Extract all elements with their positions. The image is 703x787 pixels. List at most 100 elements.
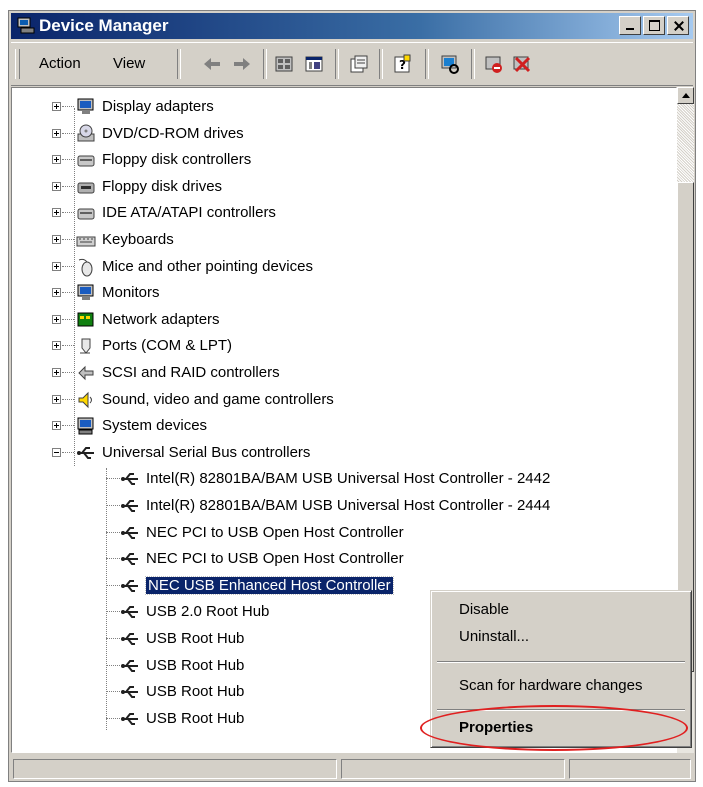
display-icon — [77, 98, 94, 114]
usb-icon — [121, 659, 138, 672]
expand-toggle[interactable] — [52, 288, 61, 298]
device-manager-icon — [17, 17, 35, 34]
action-menu[interactable]: Action — [35, 54, 85, 73]
toolbar-separator — [335, 49, 339, 79]
tree-line — [106, 691, 120, 693]
tree-line — [106, 584, 120, 587]
tree-item-label: Floppy disk controllers — [102, 151, 252, 169]
tree-line — [62, 425, 74, 427]
expand-toggle[interactable] — [52, 394, 61, 404]
toolbar-separator — [177, 49, 181, 79]
tree-line — [106, 664, 120, 667]
tree-item-label: Intel(R) 82801BA/BAM USB Universal Host … — [146, 497, 551, 514]
tree-item-label: SCSI and RAID controllers — [102, 364, 280, 381]
tree-line — [62, 265, 74, 268]
close-button[interactable] — [667, 16, 689, 35]
usb-icon — [121, 473, 138, 486]
tree-item-label: IDE ATA/ATAPI controllers — [102, 204, 276, 222]
expand-toggle[interactable] — [52, 102, 61, 111]
view-menu[interactable]: View — [109, 54, 149, 73]
mouse-icon — [78, 258, 93, 277]
floppy-controller-icon — [77, 155, 95, 167]
tree-item-label: USB Root Hub — [146, 709, 245, 727]
tree-line — [62, 451, 74, 454]
port-icon — [80, 338, 91, 355]
uninstall-device-icon[interactable] — [511, 53, 533, 75]
network-icon — [77, 312, 94, 327]
tree-line — [106, 531, 120, 534]
toolbar-separator — [425, 49, 429, 79]
usb-icon — [121, 606, 138, 619]
tree-item-label: Intel(R) 82801BA/BAM USB Universal Host … — [146, 470, 551, 488]
expand-toggle[interactable] — [52, 314, 61, 324]
minimize-button[interactable] — [619, 16, 641, 35]
tree-line — [106, 611, 120, 613]
window-title: Device Manager — [39, 16, 169, 35]
tree-item-label: Ports (COM & LPT) — [102, 337, 233, 355]
menu-item-disable[interactable]: Disable — [459, 601, 509, 618]
menu-separator — [437, 709, 685, 711]
toolbar-separator — [471, 49, 475, 79]
expand-toggle[interactable] — [52, 181, 61, 191]
usb-icon — [121, 553, 138, 566]
tree-item-label: NEC PCI to USB Open Host Controller — [146, 523, 404, 541]
tree-line — [62, 398, 74, 401]
tree-line — [106, 638, 120, 640]
tree-line — [62, 132, 74, 135]
tree-item-label: Display adapters — [102, 98, 214, 115]
tree-line — [62, 318, 74, 321]
status-panel — [569, 759, 691, 779]
tree-item-label: NEC USB Enhanced Host Controller — [145, 575, 394, 595]
tree-line — [62, 239, 74, 241]
tree-item-label: NEC PCI to USB Open Host Controller — [146, 550, 404, 568]
menu-separator — [437, 661, 685, 663]
tree-item-label: Keyboards — [102, 231, 174, 248]
menu-item-properties[interactable]: Properties — [459, 719, 533, 736]
expand-toggle[interactable] — [52, 155, 61, 165]
tree-line — [62, 185, 74, 188]
menu-item-uninstall[interactable]: Uninstall... — [459, 628, 529, 645]
scroll-track[interactable] — [677, 104, 694, 182]
expand-toggle[interactable] — [52, 128, 61, 138]
forward-arrow-icon[interactable] — [231, 53, 253, 75]
tree-item-label: USB Root Hub — [146, 656, 245, 674]
usb-icon — [121, 500, 138, 512]
collapse-toggle[interactable] — [52, 447, 61, 457]
tree-item-label: USB Root Hub — [146, 630, 245, 647]
tree-item-label: System devices — [102, 417, 208, 435]
scroll-up-button[interactable] — [677, 87, 694, 104]
expand-toggle[interactable] — [52, 421, 61, 431]
maximize-button[interactable] — [643, 16, 665, 35]
scan-hardware-icon[interactable] — [439, 53, 461, 75]
tree-item-label: USB 2.0 Root Hub — [146, 603, 270, 621]
expand-toggle[interactable] — [52, 368, 61, 377]
menu-item-scan-hardware[interactable]: Scan for hardware changes — [459, 677, 642, 694]
tree-item-label: Universal Serial Bus controllers — [102, 443, 311, 461]
show-hide-tree-icon[interactable] — [303, 53, 325, 75]
tree-item-label: Mice and other pointing devices — [102, 257, 313, 275]
help-icon[interactable]: ? — [391, 53, 413, 75]
usb-icon — [121, 686, 138, 699]
back-arrow-icon[interactable] — [201, 53, 223, 75]
usb-icon — [121, 633, 138, 645]
status-panel — [341, 759, 565, 779]
scsi-icon — [78, 365, 94, 381]
disable-device-icon[interactable] — [483, 53, 505, 75]
toolbar-separator — [263, 49, 267, 79]
tree-line — [106, 505, 120, 507]
usb-icon — [77, 446, 94, 459]
properties-icon[interactable] — [347, 53, 369, 75]
title-bar[interactable]: Device Manager — [11, 13, 693, 39]
toolbar-separator — [379, 49, 383, 79]
tree-line — [62, 159, 74, 161]
expand-toggle[interactable] — [52, 261, 61, 271]
keyboard-icon — [76, 236, 96, 247]
expand-toggle[interactable] — [52, 208, 61, 218]
status-panel — [13, 759, 337, 779]
toolbar-grip[interactable] — [15, 49, 20, 79]
usb-icon — [121, 526, 138, 539]
expand-toggle[interactable] — [52, 341, 61, 351]
ide-icon — [77, 208, 95, 220]
up-folder-icon[interactable] — [273, 53, 295, 75]
expand-toggle[interactable] — [52, 235, 61, 244]
